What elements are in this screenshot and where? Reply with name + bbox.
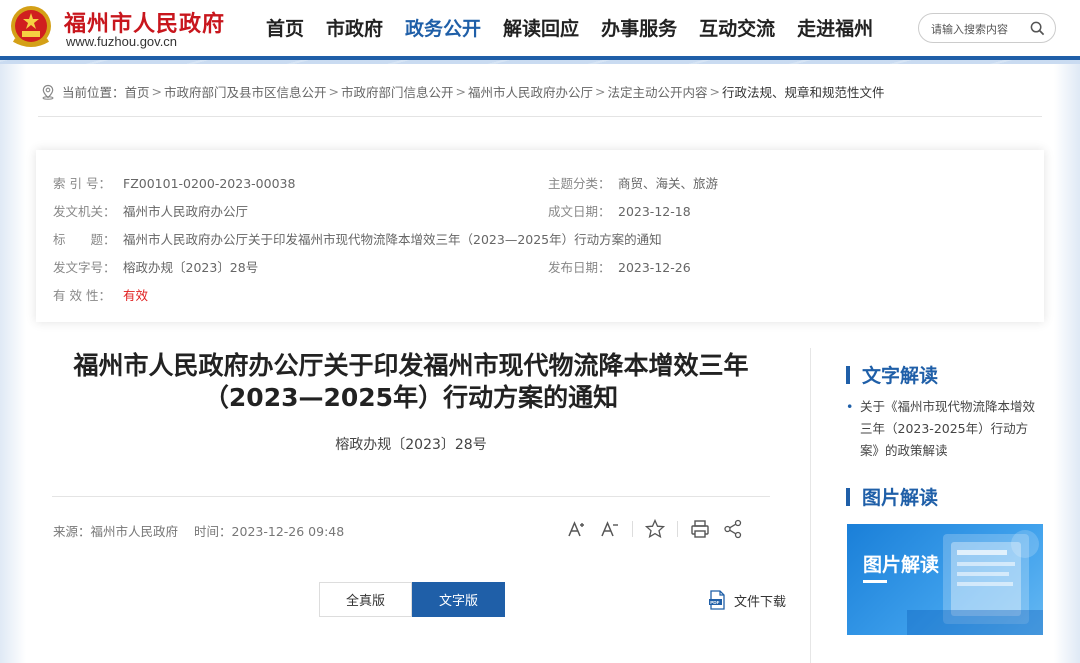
source-label: 来源： (53, 524, 91, 539)
meta-issuer-label: 发文机关： (53, 204, 116, 219)
breadcrumb-item-dept-info[interactable]: 市政府部门信息公开 (341, 82, 454, 101)
picture-card-title: 图片解读 (863, 554, 940, 576)
text-interpretation-heading: 文字解读 (846, 361, 938, 388)
meta-validity-value: 有效 (123, 288, 149, 303)
pdf-file-icon: PDF (709, 590, 725, 610)
breadcrumb-separator: > (328, 84, 340, 99)
font-decrease-icon[interactable] (599, 518, 621, 540)
search-input[interactable] (931, 20, 1027, 38)
text-version-button[interactable]: 文字版 (412, 582, 505, 617)
meta-written-date: 成文日期： 2023-12-18 (548, 201, 691, 220)
svg-text:PDF: PDF (710, 600, 719, 605)
meta-published-value: 2023-12-26 (618, 260, 691, 275)
breadcrumb-separator: > (151, 84, 163, 99)
article-title-line2: （2023—2025年）行动方案的通知 (203, 383, 619, 412)
text-interpretation-title: 文字解读 (862, 365, 939, 387)
breadcrumb-separator: > (709, 84, 721, 99)
meta-published-label: 发布日期： (548, 260, 611, 275)
breadcrumb-item-departments[interactable]: 市政府部门及县市区信息公开 (164, 82, 327, 101)
source-value: 福州市人民政府 (90, 524, 179, 539)
meta-issuer: 发文机关： 福州市人民政府办公厅 (53, 201, 248, 220)
heading-accent-bar (846, 365, 850, 384)
picture-interpretation-card[interactable]: 图片解读 (847, 524, 1043, 635)
article-source-row: 来源：福州市人民政府 时间：2023-12-26 09:48 (53, 521, 350, 540)
meta-docnum-value: 榕政办规〔2023〕28号 (123, 260, 259, 275)
sidebar-divider (810, 348, 811, 663)
document-meta-box: 索 引 号： FZ00101-0200-2023-00038 主题分类： 商贸、海关… (36, 150, 1044, 322)
location-pin-icon (42, 84, 54, 100)
text-interpretation-item[interactable]: 关于《福州市现代物流降本增效三年（2023-2025年）行动方案》的政策解读 (846, 396, 1046, 462)
meta-published-date: 发布日期： 2023-12-26 (548, 257, 691, 276)
picture-interpretation-heading: 图片解读 (846, 483, 938, 510)
meta-index-value: FZ00101-0200-2023-00038 (123, 176, 296, 191)
meta-index-label: 索 引 号： (53, 176, 111, 191)
breadcrumb: 当前位置： 首页 > 市政府部门及县市区信息公开 > 市政府部门信息公开 > 福… (40, 82, 885, 101)
meta-written-label: 成文日期： (548, 204, 611, 219)
picture-interpretation-title: 图片解读 (862, 487, 939, 509)
favorite-star-icon[interactable] (644, 518, 666, 540)
nav-item-home[interactable]: 首页 (266, 14, 304, 41)
breadcrumb-item-general-office[interactable]: 福州市人民政府办公厅 (468, 82, 593, 101)
divider (52, 496, 770, 497)
font-increase-icon[interactable] (566, 518, 588, 540)
breadcrumb-prefix: 当前位置： (62, 85, 125, 100)
print-icon[interactable] (689, 518, 711, 540)
meta-issuer-value: 福州市人民政府办公厅 (123, 204, 249, 219)
article-toolbar (566, 518, 755, 540)
meta-title-label: 标 题： (53, 232, 116, 247)
time-value: 2023-12-26 09:48 (231, 524, 345, 539)
main-nav: 首页 市政府 政务公开 解读回应 办事服务 互动交流 走进福州 (266, 14, 895, 41)
text-interpretation-link[interactable]: • 关于《福州市现代物流降本增效三年（2023-2025年）行动方案》的政策解读 (846, 396, 1046, 462)
breadcrumb-item-home[interactable]: 首页 (125, 82, 150, 101)
toolbar-separator (677, 521, 678, 537)
breadcrumb-item-statutory[interactable]: 法定主动公开内容 (608, 82, 708, 101)
bullet-icon: • (846, 399, 854, 414)
nav-item-government[interactable]: 市政府 (326, 14, 383, 41)
breadcrumb-separator: > (595, 84, 606, 99)
nav-item-interpretation[interactable]: 解读回应 (503, 14, 579, 41)
nav-item-about-fuzhou[interactable]: 走进福州 (797, 14, 873, 41)
meta-title: 标 题： 福州市人民政府办公厅关于印发福州市现代物流降本增效三年（2023—202… (53, 229, 662, 248)
card-underline (863, 580, 887, 583)
file-download-link[interactable]: PDF 文件下载 (708, 590, 786, 610)
meta-topic-value: 商贸、海关、旅游 (618, 176, 719, 191)
meta-title-value: 福州市人民政府办公厅关于印发福州市现代物流降本增效三年（2023—2025年）行… (123, 232, 662, 247)
site-header: 福州市人民政府 www.fuzhou.gov.cn 首页 市政府 政务公开 解读… (0, 0, 1080, 60)
article-docnum: 榕政办规〔2023〕28号 (335, 437, 487, 453)
nav-item-interaction[interactable]: 互动交流 (699, 14, 775, 41)
meta-docnum: 发文字号： 榕政办规〔2023〕28号 (53, 257, 258, 276)
share-icon[interactable] (722, 518, 744, 540)
version-toggle: 全真版 文字版 (319, 582, 505, 617)
nav-item-services[interactable]: 办事服务 (601, 14, 677, 41)
meta-docnum-label: 发文字号： (53, 260, 116, 275)
divider (38, 116, 1042, 117)
meta-validity-label: 有 效 性： (53, 288, 111, 303)
time-label: 时间： (194, 524, 232, 539)
nav-item-open-affairs[interactable]: 政务公开 (405, 14, 481, 41)
national-emblem-icon[interactable] (8, 4, 54, 50)
meta-topic-label: 主题分类： (548, 176, 611, 191)
article-title-line1: 福州市人民政府办公厅关于印发福州市现代物流降本增效三年 (73, 351, 749, 380)
meta-written-value: 2023-12-18 (618, 204, 691, 219)
site-url: www.fuzhou.gov.cn (66, 34, 178, 49)
search-icon[interactable] (1030, 21, 1045, 36)
meta-topic: 主题分类： 商贸、海关、旅游 (548, 173, 718, 192)
article-title: 福州市人民政府办公厅关于印发福州市现代物流降本增效三年 （2023—2025年）… (52, 350, 770, 414)
search-box (918, 13, 1056, 43)
meta-validity: 有 效 性： 有效 (53, 285, 148, 304)
meta-index: 索 引 号： FZ00101-0200-2023-00038 (53, 173, 295, 192)
full-version-button[interactable]: 全真版 (319, 582, 412, 617)
breadcrumb-separator: > (455, 84, 467, 99)
download-label: 文件下载 (734, 594, 787, 610)
breadcrumb-item-current[interactable]: 行政法规、规章和规范性文件 (722, 82, 885, 101)
toolbar-separator (632, 521, 633, 537)
heading-accent-bar (846, 487, 850, 506)
